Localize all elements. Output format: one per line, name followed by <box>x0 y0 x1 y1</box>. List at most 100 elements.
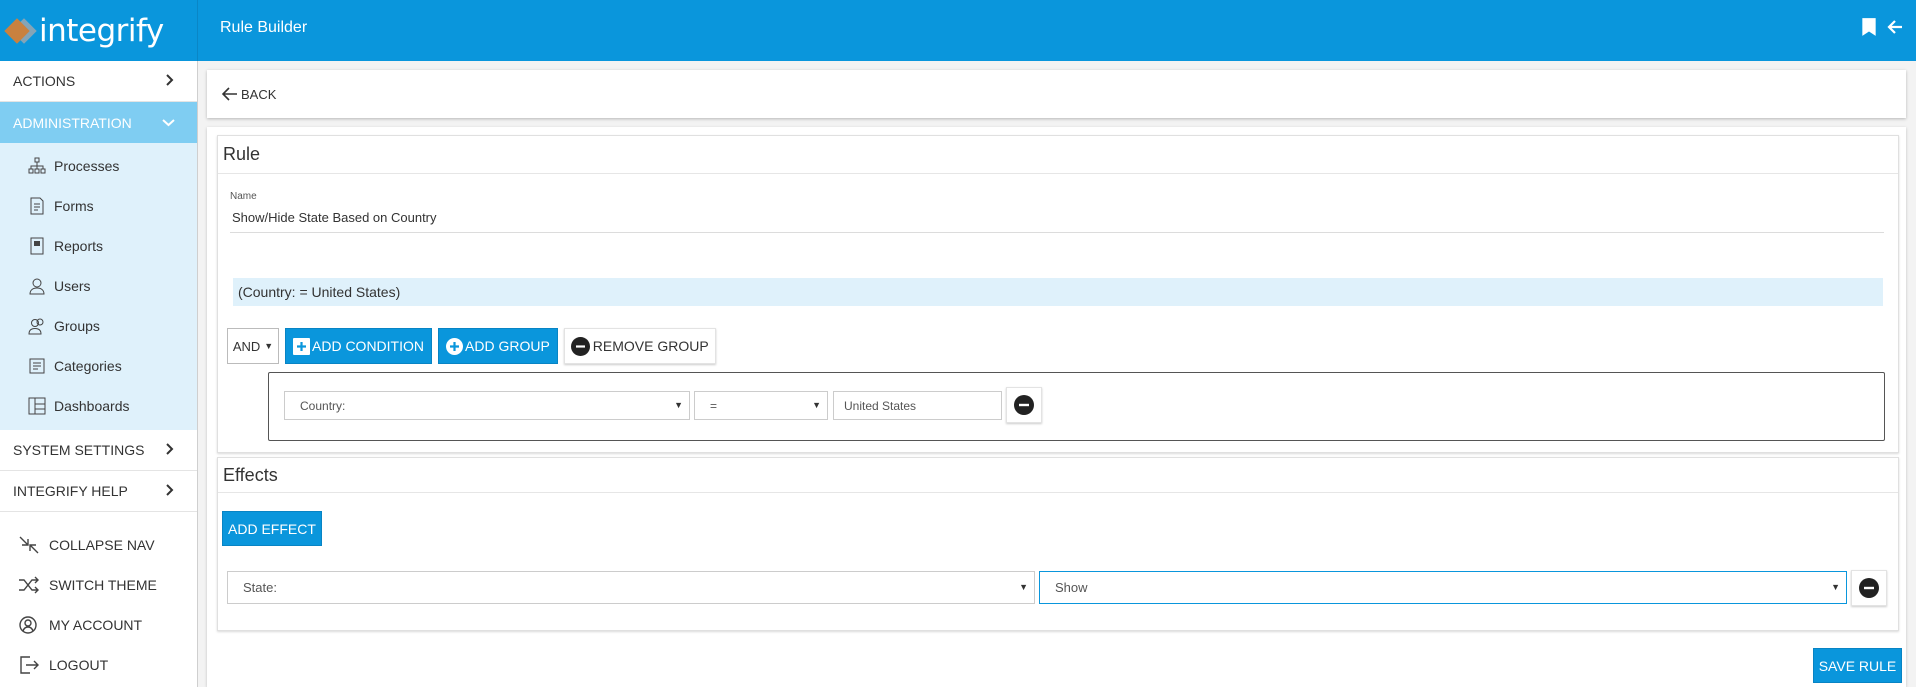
sidebar-item-users[interactable]: Users <box>0 266 197 306</box>
condition-field-value: Country: <box>300 398 346 413</box>
effect-field-value: State: <box>243 580 277 595</box>
logo[interactable]: integrify <box>0 0 198 61</box>
logout-label: LOGOUT <box>49 657 109 673</box>
add-condition-label: ADD CONDITION <box>312 338 424 354</box>
sitemap-icon <box>28 157 46 174</box>
add-condition-button[interactable]: ADD CONDITION <box>285 328 432 364</box>
logo-text: integrify <box>39 12 164 49</box>
rule-name-input[interactable]: Show/Hide State Based on Country <box>232 210 437 225</box>
effects-panel: Effects ADD EFFECT State: ▼ Show ▼ <box>217 457 1899 631</box>
caret-down-icon: ▼ <box>1019 582 1028 592</box>
save-rule-button[interactable]: SAVE RULE <box>1813 648 1902 683</box>
sidebar-item-categories[interactable]: Categories <box>0 346 197 386</box>
switch-theme-link[interactable]: SWITCH THEME <box>0 565 197 605</box>
logout-icon <box>20 656 39 674</box>
effect-field-select[interactable]: State: ▼ <box>227 571 1035 604</box>
rule-expression: (Country: = United States) <box>233 278 1883 306</box>
bookmark-icon[interactable] <box>1860 17 1878 42</box>
sidebar-item-reports[interactable]: Reports <box>0 226 197 266</box>
logic-operator-value: AND <box>232 338 261 354</box>
logo-mark-icon <box>4 17 37 45</box>
remove-group-label: REMOVE GROUP <box>592 338 709 354</box>
sidebar-item-label: INTEGRIFY HELP <box>13 483 128 499</box>
sidebar-item-integrify-help[interactable]: INTEGRIFY HELP <box>0 471 197 512</box>
sidebar-item-forms[interactable]: Forms <box>0 186 197 226</box>
sidebar-item-label: Processes <box>54 158 120 174</box>
sidebar-item-dashboards[interactable]: Dashboards <box>0 386 197 426</box>
add-group-label: ADD GROUP <box>465 338 550 354</box>
collapse-icon <box>19 536 39 554</box>
add-effect-button[interactable]: ADD EFFECT <box>222 511 322 546</box>
category-icon <box>29 358 45 374</box>
page-title: Rule Builder <box>220 19 308 36</box>
sidebar-item-label: Users <box>54 278 91 294</box>
caret-down-icon: ▼ <box>264 341 274 351</box>
logic-operator-select[interactable]: AND ▼ <box>227 328 279 364</box>
minus-circle-icon <box>1859 578 1879 598</box>
rule-panel-title: Rule <box>218 136 1898 174</box>
my-account-label: MY ACCOUNT <box>49 617 143 633</box>
back-button[interactable]: BACK <box>222 87 276 102</box>
sidebar-item-label: Reports <box>54 238 104 254</box>
condition-group: Country: ▼ = ▼ United States <box>268 372 1885 441</box>
switch-theme-label: SWITCH THEME <box>49 577 157 593</box>
sidebar-item-label: Groups <box>54 318 100 334</box>
condition-value-input[interactable]: United States <box>833 391 1002 420</box>
chevron-right-icon <box>165 73 175 89</box>
chevron-right-icon <box>165 483 175 499</box>
my-account-link[interactable]: MY ACCOUNT <box>0 605 197 645</box>
rule-panel: Rule Name Show/Hide State Based on Count… <box>217 135 1899 453</box>
sidebar-item-processes[interactable]: Processes <box>0 146 197 186</box>
report-icon <box>30 237 44 255</box>
group-toolbar: AND ▼ ADD CONDITION ADD GROUP REMOVE GRO… <box>227 328 716 364</box>
collapse-nav-label: COLLAPSE NAV <box>49 537 155 553</box>
minus-circle-icon <box>570 336 590 356</box>
sidebar-item-label: Categories <box>54 358 122 374</box>
remove-effect-button[interactable] <box>1851 570 1887 606</box>
shuffle-icon <box>19 576 39 594</box>
sidebar-item-label: SYSTEM SETTINGS <box>13 442 145 458</box>
back-bar: BACK <box>207 70 1906 118</box>
dashboard-icon <box>28 397 46 415</box>
effect-action-value: Show <box>1055 580 1088 595</box>
administration-submenu: Processes Forms Reports Users Groups Cat… <box>0 143 197 430</box>
name-label: Name <box>230 191 257 202</box>
user-icon <box>29 278 45 295</box>
sidebar-item-administration[interactable]: ADMINISTRATION <box>0 102 197 143</box>
sidebar-item-actions[interactable]: ACTIONS <box>0 61 197 102</box>
sidebar-item-groups[interactable]: Groups <box>0 306 197 346</box>
sidebar-item-label: Dashboards <box>54 398 130 414</box>
caret-down-icon: ▼ <box>1831 582 1840 592</box>
condition-operator-value: = <box>710 398 718 413</box>
effects-panel-title: Effects <box>218 458 1898 493</box>
plus-circle-icon <box>446 337 463 355</box>
top-actions <box>1860 17 1904 42</box>
condition-operator-select[interactable]: = ▼ <box>694 391 828 420</box>
sidebar-bottom-links: COLLAPSE NAV SWITCH THEME MY ACCOUNT LOG… <box>0 525 197 685</box>
collapse-nav-link[interactable]: COLLAPSE NAV <box>0 525 197 565</box>
rule-builder-content: Rule Name Show/Hide State Based on Count… <box>207 127 1906 687</box>
sidebar-item-label: ADMINISTRATION <box>13 114 132 131</box>
sidebar-item-system-settings[interactable]: SYSTEM SETTINGS <box>0 430 197 471</box>
caret-down-icon: ▼ <box>812 400 821 410</box>
logout-link[interactable]: LOGOUT <box>0 645 197 685</box>
remove-condition-button[interactable] <box>1006 387 1042 423</box>
chevron-down-icon <box>162 115 175 131</box>
back-arrow-icon[interactable] <box>1886 17 1904 42</box>
account-icon <box>19 616 37 634</box>
back-label: BACK <box>241 86 277 102</box>
sidebar-item-label: ACTIONS <box>13 73 76 89</box>
add-effect-label: ADD EFFECT <box>228 520 316 537</box>
save-rule-label: SAVE RULE <box>1818 657 1897 674</box>
add-group-button[interactable]: ADD GROUP <box>438 328 558 364</box>
condition-field-select[interactable]: Country: ▼ <box>284 391 690 420</box>
sidebar-item-label: Forms <box>54 198 94 214</box>
remove-group-button[interactable]: REMOVE GROUP <box>563 328 716 364</box>
chevron-right-icon <box>165 442 175 458</box>
caret-down-icon: ▼ <box>674 400 683 410</box>
sidebar: ACTIONS ADMINISTRATION Processes Forms R… <box>0 61 198 687</box>
minus-circle-icon <box>1014 395 1034 415</box>
top-bar: integrify Rule Builder <box>0 0 1916 61</box>
effect-action-select[interactable]: Show ▼ <box>1039 571 1847 604</box>
form-icon <box>30 197 44 215</box>
